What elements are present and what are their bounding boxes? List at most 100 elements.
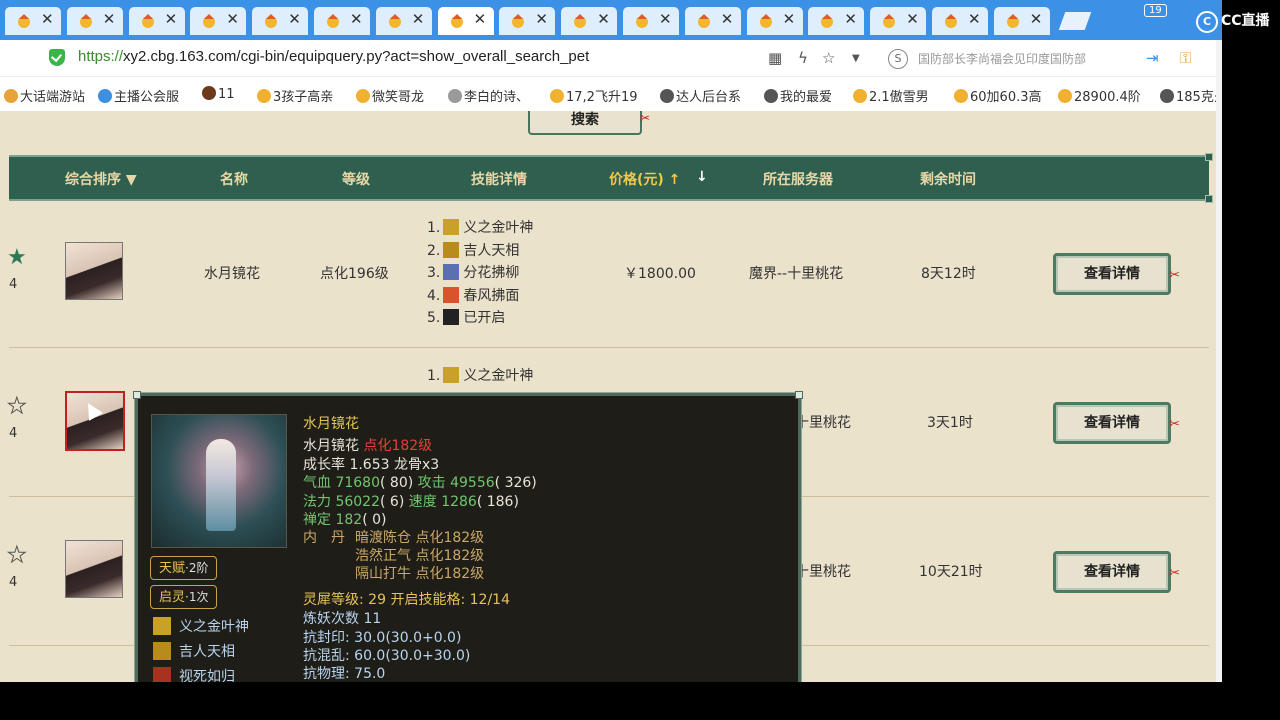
close-tab-icon[interactable]: ✕ — [1030, 10, 1043, 28]
close-tab-icon[interactable]: ✕ — [597, 10, 610, 28]
talent-badge: 天赋·2阶 — [150, 556, 218, 580]
bookmark-item[interactable]: 11 — [202, 86, 235, 102]
skill-item: 1. 义之金叶神 — [427, 219, 534, 236]
bookmark-item[interactable]: 大话端游站 — [4, 86, 85, 105]
tab-favicon-icon — [758, 13, 774, 29]
pet-name[interactable]: 水月镜花 — [204, 263, 260, 283]
bookmark-favicon-icon — [853, 89, 867, 103]
login-icon[interactable]: ⇥ — [1146, 49, 1159, 67]
bookmark-item[interactable]: 60加60.3高 — [954, 86, 1042, 105]
bookmark-item[interactable]: 2.1傲雪男 — [853, 86, 929, 105]
browser-tab[interactable]: ✕ — [375, 7, 432, 35]
bookmark-item[interactable]: 17,2飞升19 — [550, 86, 638, 105]
close-tab-icon[interactable]: ✕ — [41, 10, 54, 28]
browser-tab[interactable]: ✕ — [5, 7, 61, 35]
browser-tab[interactable]: ✕ — [561, 7, 618, 35]
tab-strip: ✕ ✕ ✕ ✕ ✕ ✕ ✕ ✕ ✕ ✕ ✕ ✕ ✕ ✕ ✕ ✕ ✕ — [0, 0, 1222, 40]
security-shield-icon[interactable] — [49, 49, 65, 66]
close-tab-icon[interactable]: ✕ — [226, 10, 239, 28]
bookmark-item[interactable]: 李白的诗、 — [448, 86, 529, 105]
bookmark-item[interactable]: 3孩子高亲 — [257, 86, 333, 105]
sort-up-icon[interactable]: ↑ — [669, 172, 681, 188]
url-field[interactable]: https://xy2.cbg.163.com/cgi-bin/equipque… — [78, 48, 589, 65]
close-tab-icon[interactable]: ✕ — [968, 10, 981, 28]
browser-tab[interactable]: ✕ — [746, 7, 803, 35]
close-tab-icon[interactable]: ✕ — [783, 10, 796, 28]
bookmark-item[interactable]: 微笑哥龙 — [356, 86, 424, 105]
tab-favicon-icon — [881, 13, 897, 29]
view-details-label: 查看详情 — [1084, 266, 1140, 282]
bookmark-label: 微笑哥龙 — [372, 90, 425, 105]
close-tab-icon[interactable]: ✕ — [103, 10, 116, 28]
close-tab-icon[interactable]: ✕ — [844, 10, 857, 28]
tab-favicon-icon — [1005, 13, 1021, 29]
chevron-down-icon[interactable]: ▼ — [852, 53, 860, 64]
pet-server: 魔界--十里桃花 — [749, 266, 844, 282]
close-tab-icon[interactable]: ✕ — [535, 10, 548, 28]
browser-tab[interactable]: ✕ — [993, 7, 1050, 35]
browser-tab[interactable]: ✕ — [128, 7, 185, 35]
key-icon[interactable]: ⚿ — [1180, 49, 1191, 67]
bookmark-label: 2.1傲雪男 — [869, 90, 929, 105]
close-tab-icon[interactable]: ✕ — [288, 10, 301, 28]
notification-badge[interactable]: 19 — [1144, 4, 1167, 17]
favorite-star-icon[interactable]: ★ — [7, 245, 27, 270]
skill-item: 5. 已开启 — [427, 309, 506, 326]
bookmark-item[interactable]: 主播公会服 — [98, 86, 179, 105]
sort-dropdown[interactable]: 综合排序 ▼ — [65, 169, 137, 189]
sort-caret-icon: ▼ — [125, 172, 137, 188]
grid-icon[interactable]: ▦ — [768, 49, 782, 67]
browser-tab[interactable]: ✕ — [932, 7, 988, 35]
pet-avatar[interactable] — [65, 540, 123, 598]
browser-tab[interactable]: ✕ — [437, 7, 494, 35]
close-tab-icon[interactable]: ✕ — [412, 10, 425, 28]
bolt-icon[interactable]: ϟ — [798, 49, 808, 67]
pet-avatar[interactable] — [65, 242, 123, 300]
skill-list: 1. 义之金叶神 2. 吉人天相 3. 分花拂柳 4. 春风拂面 5. 已开启 — [427, 217, 533, 330]
stat-value: 56022 — [335, 494, 380, 510]
sort-down-icon[interactable]: ↓ — [696, 169, 708, 185]
browser-tab[interactable]: ✕ — [499, 7, 556, 35]
view-details-button[interactable]: 查看详情 ✂ — [1053, 402, 1180, 444]
close-tab-icon[interactable]: ✕ — [350, 10, 363, 28]
close-tab-icon[interactable]: ✕ — [906, 10, 919, 28]
close-tab-icon[interactable]: ✕ — [474, 10, 487, 28]
browser-tab[interactable]: ✕ — [808, 7, 865, 35]
bookmark-favicon-icon — [550, 89, 564, 103]
browser-tab[interactable]: ✕ — [870, 7, 927, 35]
favorite-star-icon[interactable]: ★ — [7, 394, 28, 420]
browser-tab[interactable]: ✕ — [252, 7, 309, 35]
browser-tab[interactable]: ✕ — [684, 7, 741, 35]
popup-skill: 义之金叶神 — [153, 616, 249, 636]
skill-icon — [153, 642, 171, 660]
bookmark-item[interactable]: 我的最爱 — [764, 86, 832, 105]
growth-line: 成长率 1.653 龙骨x3 — [303, 457, 440, 473]
scrollbar[interactable] — [1216, 40, 1222, 682]
close-tab-icon[interactable]: ✕ — [721, 10, 734, 28]
browser-tab[interactable]: ✕ — [623, 7, 679, 35]
url-scheme: https:// — [78, 48, 124, 65]
view-details-button[interactable]: 查看详情 ✂ — [1053, 253, 1180, 295]
close-tab-icon[interactable]: ✕ — [165, 10, 178, 28]
browser-tab[interactable]: ✕ — [314, 7, 370, 35]
browser-tab[interactable]: ✕ — [190, 7, 247, 35]
stat-label: 速度 — [408, 494, 437, 510]
favorite-star-icon[interactable]: ★ — [7, 543, 28, 569]
search-button[interactable]: 搜索 ✂ — [528, 111, 650, 135]
bookmark-item[interactable]: 28900.4阶 — [1058, 86, 1141, 105]
new-tab-button[interactable] — [1058, 12, 1092, 30]
row-index: 4 — [9, 575, 18, 590]
news-ticker[interactable]: 国防部长李尚福会见印度国防部 — [918, 50, 1108, 67]
col-price[interactable]: 价格(元) ↑ — [609, 169, 680, 189]
skill-icon — [153, 617, 171, 635]
bookmark-item[interactable]: 185克火 — [1160, 86, 1222, 105]
star-icon[interactable]: ☆ — [822, 49, 835, 67]
search-engine-icon[interactable]: S — [888, 49, 908, 69]
open-slots-value: 12/14 — [469, 592, 510, 608]
bookmark-item[interactable]: 达人后台系 — [660, 86, 741, 105]
browser-tab[interactable]: ✕ — [66, 7, 123, 35]
view-details-button[interactable]: 查看详情 ✂ — [1053, 551, 1180, 593]
row-index: 4 — [9, 426, 18, 441]
close-tab-icon[interactable]: ✕ — [659, 10, 672, 28]
stat-label: 气血 — [303, 475, 331, 491]
